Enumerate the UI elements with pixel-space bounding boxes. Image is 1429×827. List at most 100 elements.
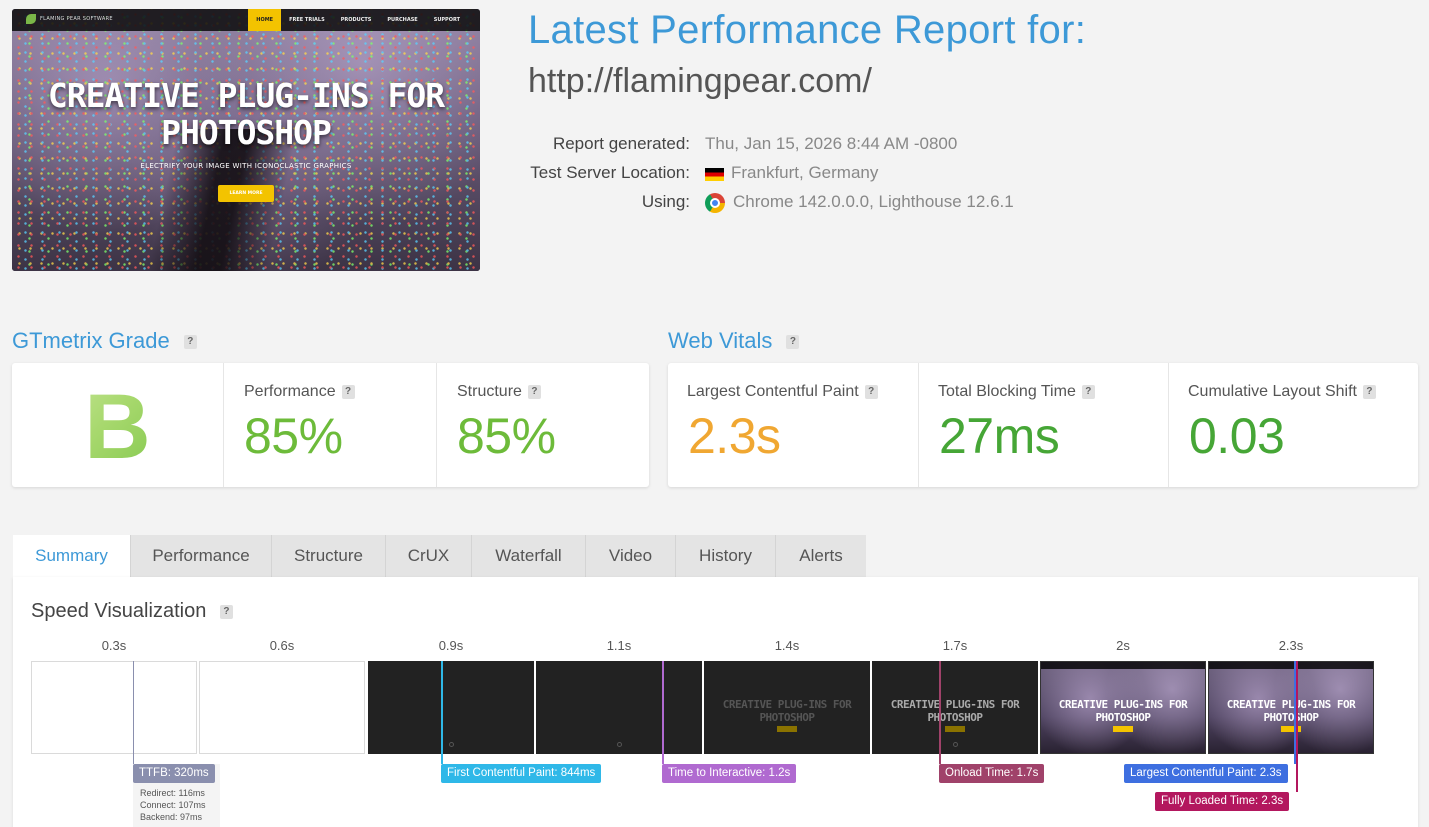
backend-time: Backend: 97ms — [140, 812, 203, 822]
performance-label-text: Performance — [244, 383, 336, 400]
filmstrip-frame[interactable] — [368, 661, 534, 754]
fcp-marker-line — [441, 661, 443, 764]
frame-time: 1.1s — [606, 638, 632, 653]
screenshot-learn-more-button: LEARN MORE — [218, 185, 274, 202]
using-value: Chrome 142.0.0.0, Lighthouse 12.6.1 — [733, 192, 1014, 211]
frame-time: 1.4s — [774, 638, 800, 653]
performance-cell: Performance? 85% — [223, 363, 436, 487]
web-vitals-help-icon[interactable]: ? — [786, 335, 800, 350]
filmstrip-frame[interactable]: CREATIVE PLUG-INS FOR PHOTOSHOP — [1208, 661, 1374, 754]
tab-crux[interactable]: CrUX — [386, 535, 472, 577]
frame-button — [1113, 726, 1133, 732]
screenshot-subtitle: ELECTRIFY YOUR IMAGE WITH ICONOCLASTIC G… — [140, 162, 352, 170]
lcp-cell: Largest Contentful Paint? 2.3s — [668, 363, 918, 487]
connect-time: Connect: 107ms — [140, 800, 206, 810]
speed-visualization-help-icon[interactable]: ? — [219, 604, 233, 619]
screenshot-headline-line2: PHOTOSHOP — [161, 113, 332, 152]
frame-loading-icon — [449, 742, 454, 747]
structure-value: 85% — [457, 408, 556, 464]
screenshot-nav-free-trials: FREE TRIALS — [289, 17, 325, 23]
filmstrip-frame[interactable] — [199, 661, 365, 754]
frame-headline-line2: PHOTOSHOP — [1263, 711, 1319, 724]
cls-help-icon[interactable]: ? — [1362, 384, 1376, 399]
site-screenshot: FLAMING PEAR SOFTWARE HOME FREE TRIALS P… — [12, 9, 480, 271]
tab-performance[interactable]: Performance — [131, 535, 272, 577]
tab-summary[interactable]: Summary — [13, 535, 131, 577]
cls-label: Cumulative Layout Shift? — [1188, 383, 1376, 401]
tti-marker-line — [662, 661, 664, 764]
screenshot-nav-purchase: PURCHASE — [387, 17, 418, 23]
performance-value: 85% — [244, 408, 343, 464]
filmstrip-frame[interactable] — [31, 661, 197, 754]
grade-letter: B — [12, 375, 223, 480]
report-generated-label: Report generated: — [552, 134, 690, 153]
frame-headline: CREATIVE PLUG-INS FOR PHOTOSHOP — [1041, 698, 1205, 724]
web-vitals-heading: Web Vitals ? — [668, 328, 800, 354]
tab-alerts[interactable]: Alerts — [776, 535, 866, 577]
tab-structure[interactable]: Structure — [272, 535, 386, 577]
screenshot-nav-support: SUPPORT — [433, 17, 460, 23]
lcp-value: 2.3s — [688, 408, 781, 464]
fully-loaded-label: Fully Loaded Time: 2.3s — [1155, 792, 1290, 811]
lcp-label-text: Largest Contentful Paint — [687, 383, 859, 400]
report-generated-value: Thu, Jan 15, 2026 8:44 AM -0800 — [705, 134, 958, 153]
frame-time: 2.3s — [1278, 638, 1304, 653]
using-label: Using: — [641, 192, 690, 211]
screenshot-nav-products: PRODUCTS — [340, 17, 372, 23]
tab-waterfall[interactable]: Waterfall — [472, 535, 586, 577]
frame-button — [945, 726, 965, 732]
structure-label-text: Structure — [457, 383, 522, 400]
screenshot-headline: CREATIVE PLUG-INS FOR PHOTOSHOP — [12, 77, 480, 151]
lcp-help-icon[interactable]: ? — [864, 384, 878, 399]
performance-label: Performance? — [244, 383, 355, 401]
tbt-label: Total Blocking Time? — [938, 383, 1095, 401]
test-server-location-label: Test Server Location: — [530, 163, 690, 182]
fcp-label: First Contentful Paint: 844ms — [441, 764, 602, 783]
screenshot-headline-line1: CREATIVE PLUG-INS FOR — [47, 76, 445, 115]
frame-time: 0.6s — [269, 638, 295, 653]
filmstrip-frame[interactable]: CREATIVE PLUG-INS FOR PHOTOSHOP — [704, 661, 870, 754]
tab-video[interactable]: Video — [586, 535, 676, 577]
frame-button — [777, 726, 797, 732]
filmstrip-frame[interactable] — [536, 661, 702, 754]
structure-help-icon[interactable]: ? — [527, 384, 541, 399]
report-tabs: Summary Performance Structure CrUX Water… — [13, 535, 866, 577]
ttfb-marker-line — [133, 661, 134, 764]
frame-time: 1.7s — [942, 638, 968, 653]
cls-value: 0.03 — [1189, 408, 1285, 464]
tab-history[interactable]: History — [676, 535, 776, 577]
onload-label: Onload Time: 1.7s — [939, 764, 1045, 783]
web-vitals-card: Largest Contentful Paint? 2.3s Total Blo… — [668, 363, 1418, 487]
frame-headline-line1: CREATIVE PLUG-INS FOR — [890, 698, 1020, 711]
gtmetrix-grade-card: B Performance? 85% Structure? 85% — [12, 363, 649, 487]
tbt-value: 27ms — [939, 408, 1060, 464]
germany-flag-icon — [705, 168, 724, 181]
frame-headline-line2: PHOTOSHOP — [759, 711, 815, 724]
gtmetrix-grade-heading: GTmetrix Grade ? — [12, 328, 197, 354]
screenshot-nav: HOME FREE TRIALS PRODUCTS PURCHASE SUPPO… — [248, 9, 468, 31]
performance-help-icon[interactable]: ? — [341, 384, 355, 399]
frame-time: 0.9s — [438, 638, 464, 653]
filmstrip-frame[interactable]: CREATIVE PLUG-INS FOR PHOTOSHOP — [1040, 661, 1206, 754]
frame-loading-icon — [617, 742, 622, 747]
lcp-label: Largest Contentful Paint: 2.3s — [1124, 764, 1288, 783]
speed-visualization-title: Speed Visualization — [31, 600, 207, 622]
lcp-label: Largest Contentful Paint? — [687, 383, 878, 401]
report-url[interactable]: http://flamingpear.com/ — [528, 62, 872, 101]
frame-loading-icon — [953, 742, 958, 747]
frame-headline-line2: PHOTOSHOP — [927, 711, 983, 724]
tbt-help-icon[interactable]: ? — [1081, 384, 1095, 399]
tbt-label-text: Total Blocking Time — [938, 383, 1076, 400]
frame-headline: CREATIVE PLUG-INS FOR PHOTOSHOP — [705, 698, 869, 724]
chrome-icon — [705, 193, 725, 213]
filmstrip-frame[interactable]: CREATIVE PLUG-INS FOR PHOTOSHOP — [872, 661, 1038, 754]
screenshot-nav-home: HOME — [248, 9, 282, 31]
flaming-pear-logo-icon — [26, 14, 36, 24]
gtmetrix-grade-title: GTmetrix Grade — [12, 328, 170, 353]
redirect-time: Redirect: 116ms — [140, 788, 205, 798]
frame-button — [1281, 726, 1301, 732]
frame-headline-line1: CREATIVE PLUG-INS FOR — [722, 698, 852, 711]
gtmetrix-grade-help-icon[interactable]: ? — [183, 335, 197, 350]
cls-label-text: Cumulative Layout Shift — [1188, 383, 1357, 400]
screenshot-topbar: FLAMING PEAR SOFTWARE HOME FREE TRIALS P… — [12, 9, 480, 31]
